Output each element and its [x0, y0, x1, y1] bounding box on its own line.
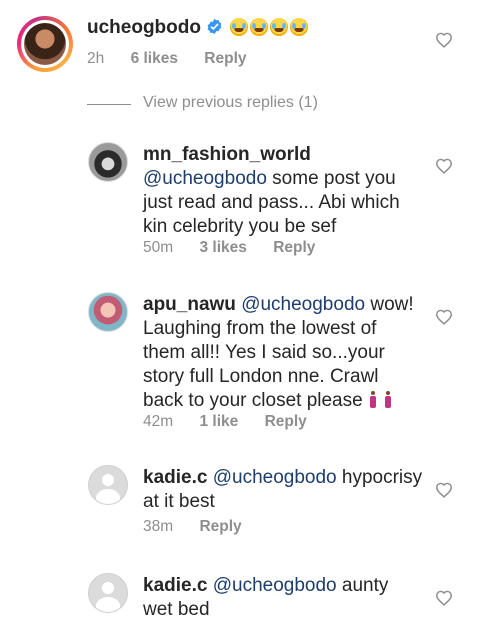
avatar-photo [24, 23, 66, 65]
face-with-tears-of-joy-icon [290, 18, 309, 36]
avatar[interactable] [88, 573, 128, 613]
default-avatar-body-icon [96, 597, 120, 612]
reply-button[interactable]: Reply [273, 239, 315, 257]
view-previous-replies-label: View previous replies (1) [143, 94, 318, 111]
default-avatar-head-icon [102, 474, 114, 486]
face-with-tears-of-joy-icon [230, 18, 249, 36]
default-avatar-body-icon [96, 489, 120, 504]
likes-count[interactable]: 3 likes [199, 239, 246, 257]
mention-link[interactable]: @ucheogbodo [213, 467, 337, 488]
heart-icon[interactable] [435, 158, 453, 174]
reply-comment: kadie.c @ucheogbodo aunty wet bed [0, 571, 479, 621]
username[interactable]: apu_nawu [143, 294, 236, 315]
username[interactable]: kadie.c [143, 467, 207, 488]
username[interactable]: mn_fashion_world [143, 144, 311, 165]
timestamp: 38m [143, 518, 174, 535]
view-previous-replies-button[interactable]: View previous replies (1) [87, 94, 327, 114]
comment-header: ucheogbodo [87, 16, 427, 40]
main-comment: ucheogbodo 2h 6 likes Reply [0, 0, 479, 90]
comment-text: kadie.c @ucheogbodo aunty wet bed [143, 574, 423, 622]
face-with-tears-of-joy-icon [270, 18, 289, 36]
timestamp: 50m [143, 239, 174, 256]
heart-icon[interactable] [435, 482, 453, 498]
comment-text: kadie.c @ucheogbodo hypocrisy at it best [143, 466, 423, 514]
likes-count[interactable]: 6 likes [131, 50, 178, 68]
reply-comment: kadie.c @ucheogbodo hypocrisy at it best… [0, 463, 479, 553]
reply-comment: mn_fashion_world @ucheogbodo some post y… [0, 140, 479, 270]
avatar[interactable] [17, 16, 73, 72]
reply-button[interactable]: Reply [265, 413, 307, 431]
comment-meta: 38m Reply [143, 518, 242, 536]
reply-button[interactable]: Reply [199, 518, 241, 536]
divider [87, 104, 131, 105]
woman-walking-icon [368, 391, 378, 409]
mention-link[interactable]: @ucheogbodo [241, 294, 365, 315]
timestamp: 2h [87, 50, 105, 67]
verified-badge-icon [207, 18, 222, 35]
heart-icon[interactable] [435, 590, 453, 606]
comment-meta: 42m 1 like Reply [143, 413, 307, 431]
reply-comment: apu_nawu @ucheogbodo wow! Laughing from … [0, 290, 479, 440]
username[interactable]: kadie.c [143, 575, 207, 596]
timestamp: 42m [143, 413, 174, 430]
mention-link[interactable]: @ucheogbodo [143, 168, 267, 189]
avatar[interactable] [88, 142, 128, 182]
username[interactable]: ucheogbodo [87, 17, 201, 38]
comment-text: apu_nawu @ucheogbodo wow! Laughing from … [143, 293, 423, 413]
avatar[interactable] [88, 465, 128, 505]
likes-count[interactable]: 1 like [199, 413, 238, 431]
comment-text: mn_fashion_world @ucheogbodo some post y… [143, 143, 413, 239]
face-with-tears-of-joy-icon [250, 18, 269, 36]
default-avatar-head-icon [102, 582, 114, 594]
comment-meta: 50m 3 likes Reply [143, 239, 315, 257]
mention-link[interactable]: @ucheogbodo [213, 575, 337, 596]
woman-walking-icon [383, 391, 393, 409]
reply-button[interactable]: Reply [204, 50, 246, 68]
comment-meta: 2h 6 likes Reply [87, 50, 247, 68]
heart-icon[interactable] [435, 309, 453, 325]
heart-icon[interactable] [435, 32, 453, 48]
avatar[interactable] [88, 292, 128, 332]
